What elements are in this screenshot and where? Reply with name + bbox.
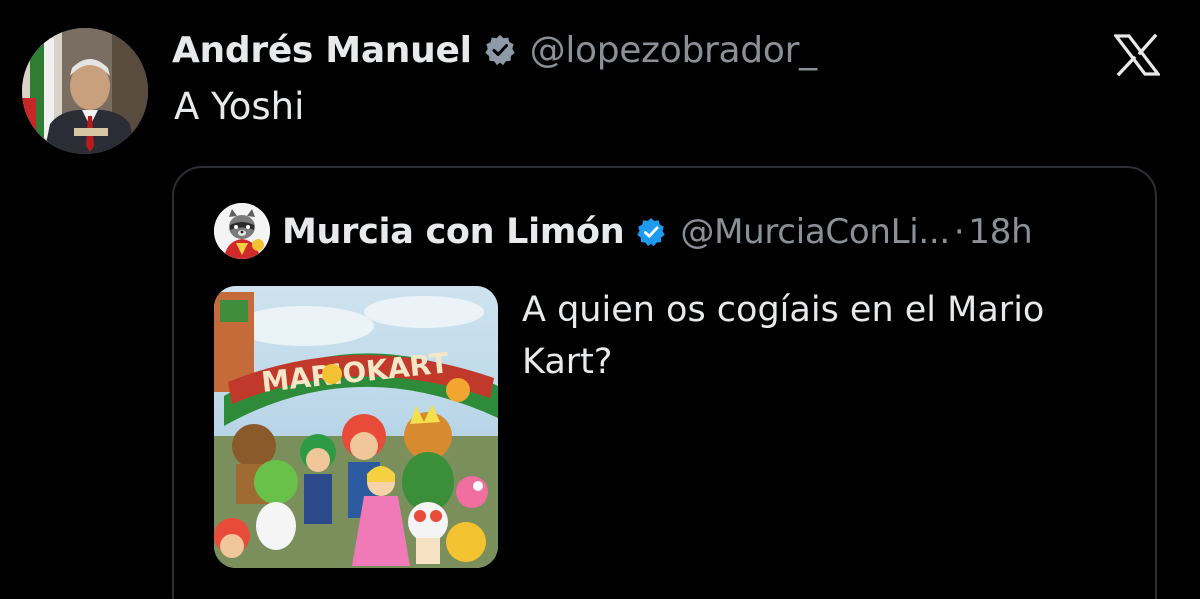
verified-badge-icon — [636, 217, 666, 247]
quoted-author-avatar[interactable] — [214, 203, 270, 259]
quoted-author-name[interactable]: Murcia con Limón — [282, 212, 625, 252]
verified-badge-icon — [484, 34, 516, 66]
tweet-header: Andrés Manuel @lopezobrador_ — [172, 22, 817, 78]
tweet[interactable]: Andrés Manuel @lopezobrador_ A Yoshi Mur… — [0, 0, 1200, 599]
quoted-author-handle[interactable]: @MurciaConLi... — [680, 212, 950, 252]
separator-dot: · — [953, 212, 965, 252]
author-avatar[interactable] — [22, 28, 148, 154]
quoted-tweet-text: A quien os cogíais en el Mario Kart? — [522, 290, 1045, 382]
quoted-tweet-image[interactable]: MARIOKART — [214, 286, 498, 568]
quoted-tweet-timestamp[interactable]: 18h — [968, 212, 1032, 252]
author-handle[interactable]: @lopezobrador_ — [530, 30, 817, 71]
quoted-tweet-card[interactable]: Murcia con Limón @MurciaConLi... · 18h M… — [172, 166, 1157, 599]
author-name[interactable]: Andrés Manuel — [172, 30, 472, 71]
tweet-text: A Yoshi — [174, 85, 305, 128]
quoted-tweet-header: Murcia con Limón @MurciaConLi... · 18h — [282, 206, 1033, 258]
x-logo-icon[interactable] — [1112, 33, 1162, 77]
